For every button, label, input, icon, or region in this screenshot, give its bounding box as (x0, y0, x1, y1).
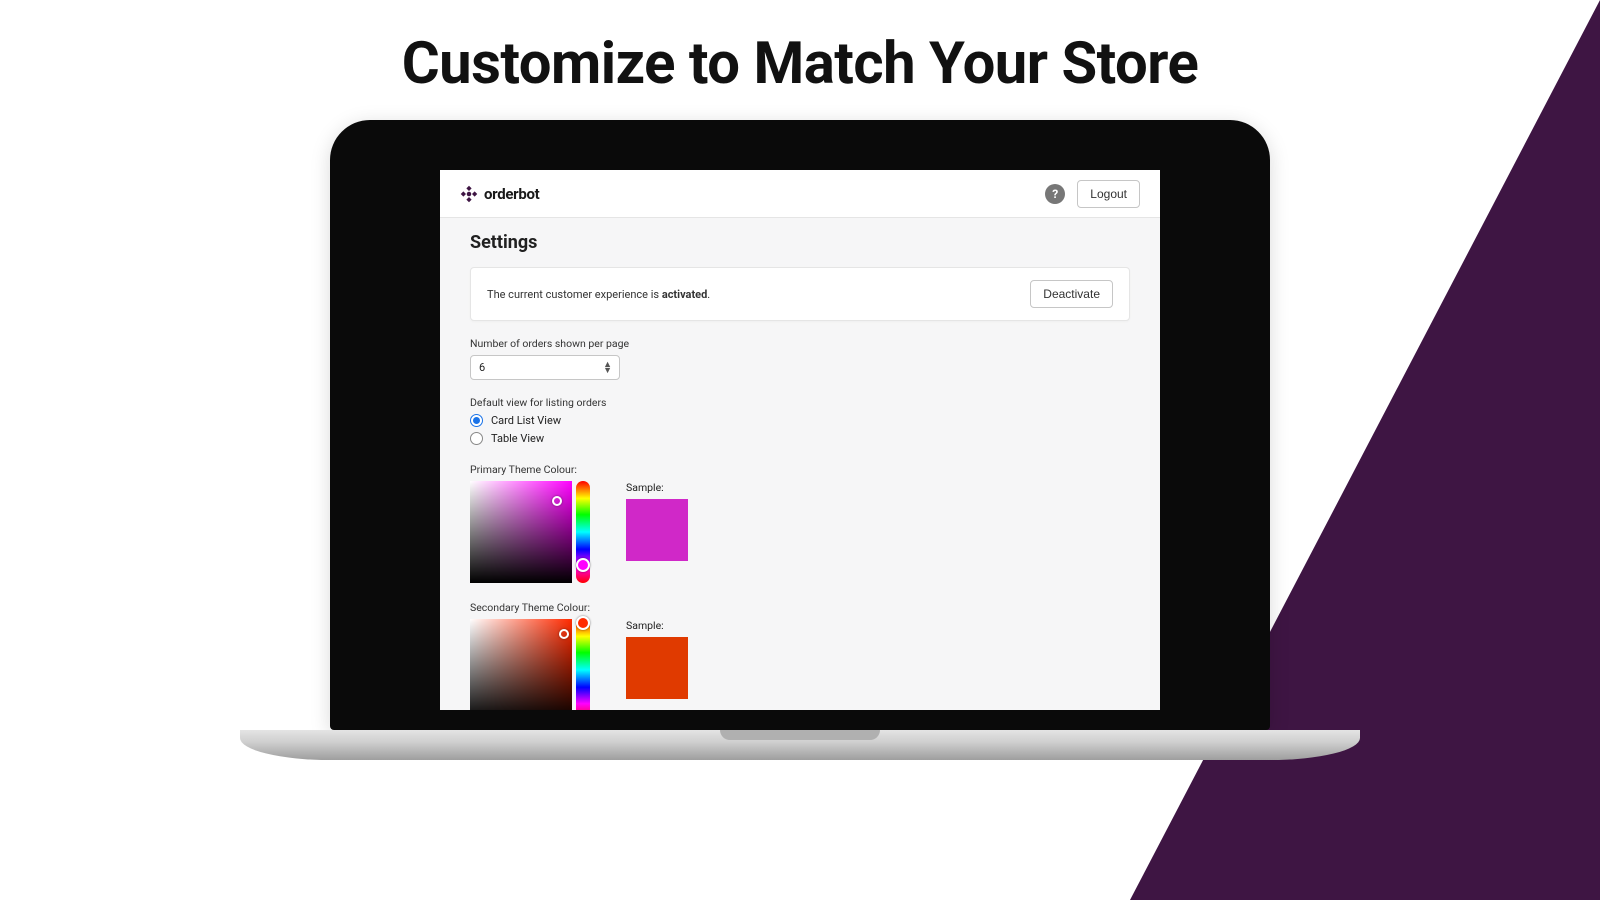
primary-colour-label: Primary Theme Colour: (470, 463, 1130, 476)
brand-name: orderbot (484, 185, 539, 203)
primary-colour-picker (470, 481, 590, 583)
primary-swatch (626, 499, 688, 561)
orders-per-page-label: Number of orders shown per page (470, 337, 1130, 350)
status-suffix: . (707, 288, 710, 301)
primary-sample: Sample: (626, 481, 688, 561)
settings-page: Settings The current customer experience… (440, 218, 1160, 710)
status-state: activated (662, 288, 707, 301)
laptop-mockup: orderbot ? Logout Settings The current c… (330, 120, 1270, 760)
logout-button[interactable]: Logout (1077, 180, 1140, 208)
radio-card-list-view[interactable]: Card List View (470, 414, 1130, 427)
marketing-headline: Customize to Match Your Store (0, 30, 1600, 98)
primary-hue-handle[interactable] (576, 558, 590, 572)
radio-table-view[interactable]: Table View (470, 432, 1130, 445)
activation-status-card: The current customer experience is activ… (470, 267, 1130, 321)
laptop-lid: orderbot ? Logout Settings The current c… (330, 120, 1270, 730)
secondary-sample: Sample: (626, 619, 688, 699)
top-bar: orderbot ? Logout (440, 170, 1160, 218)
default-view-group: Default view for listing orders Card Lis… (470, 396, 1130, 445)
top-actions: ? Logout (1045, 180, 1140, 208)
radio-label: Table View (491, 432, 544, 445)
secondary-sv-panel[interactable] (470, 619, 572, 710)
secondary-hue-handle[interactable] (576, 616, 590, 630)
app-screen: orderbot ? Logout Settings The current c… (440, 170, 1160, 710)
orderbot-logo-icon (460, 185, 478, 203)
primary-colour-picker-row: Sample: (470, 481, 1130, 583)
secondary-colour-label: Secondary Theme Colour: (470, 601, 1130, 614)
page-title: Settings (470, 232, 1130, 253)
sv-black-overlay (470, 619, 572, 710)
orders-per-page-value[interactable]: 6 (470, 355, 620, 380)
secondary-sample-label: Sample: (626, 619, 688, 632)
default-view-label: Default view for listing orders (470, 396, 1130, 409)
primary-sv-panel[interactable] (470, 481, 572, 583)
radio-icon (470, 414, 483, 427)
deactivate-button[interactable]: Deactivate (1030, 280, 1113, 308)
laptop-base (240, 730, 1360, 760)
primary-hue-slider[interactable] (576, 481, 590, 583)
laptop-notch (720, 730, 880, 740)
secondary-colour-picker-row: Sample: (470, 619, 1130, 710)
help-icon[interactable]: ? (1045, 184, 1065, 204)
secondary-swatch (626, 637, 688, 699)
secondary-colour-picker (470, 619, 590, 710)
secondary-hue-slider[interactable] (576, 619, 590, 710)
primary-sample-label: Sample: (626, 481, 688, 494)
orders-per-page-select[interactable]: 6 ▲▼ (470, 355, 620, 380)
activation-status-text: The current customer experience is activ… (487, 288, 710, 301)
radio-icon (470, 432, 483, 445)
secondary-sv-handle[interactable] (559, 629, 569, 639)
radio-label: Card List View (491, 414, 561, 427)
status-prefix: The current customer experience is (487, 288, 662, 301)
brand: orderbot (460, 185, 539, 203)
primary-sv-handle[interactable] (552, 496, 562, 506)
